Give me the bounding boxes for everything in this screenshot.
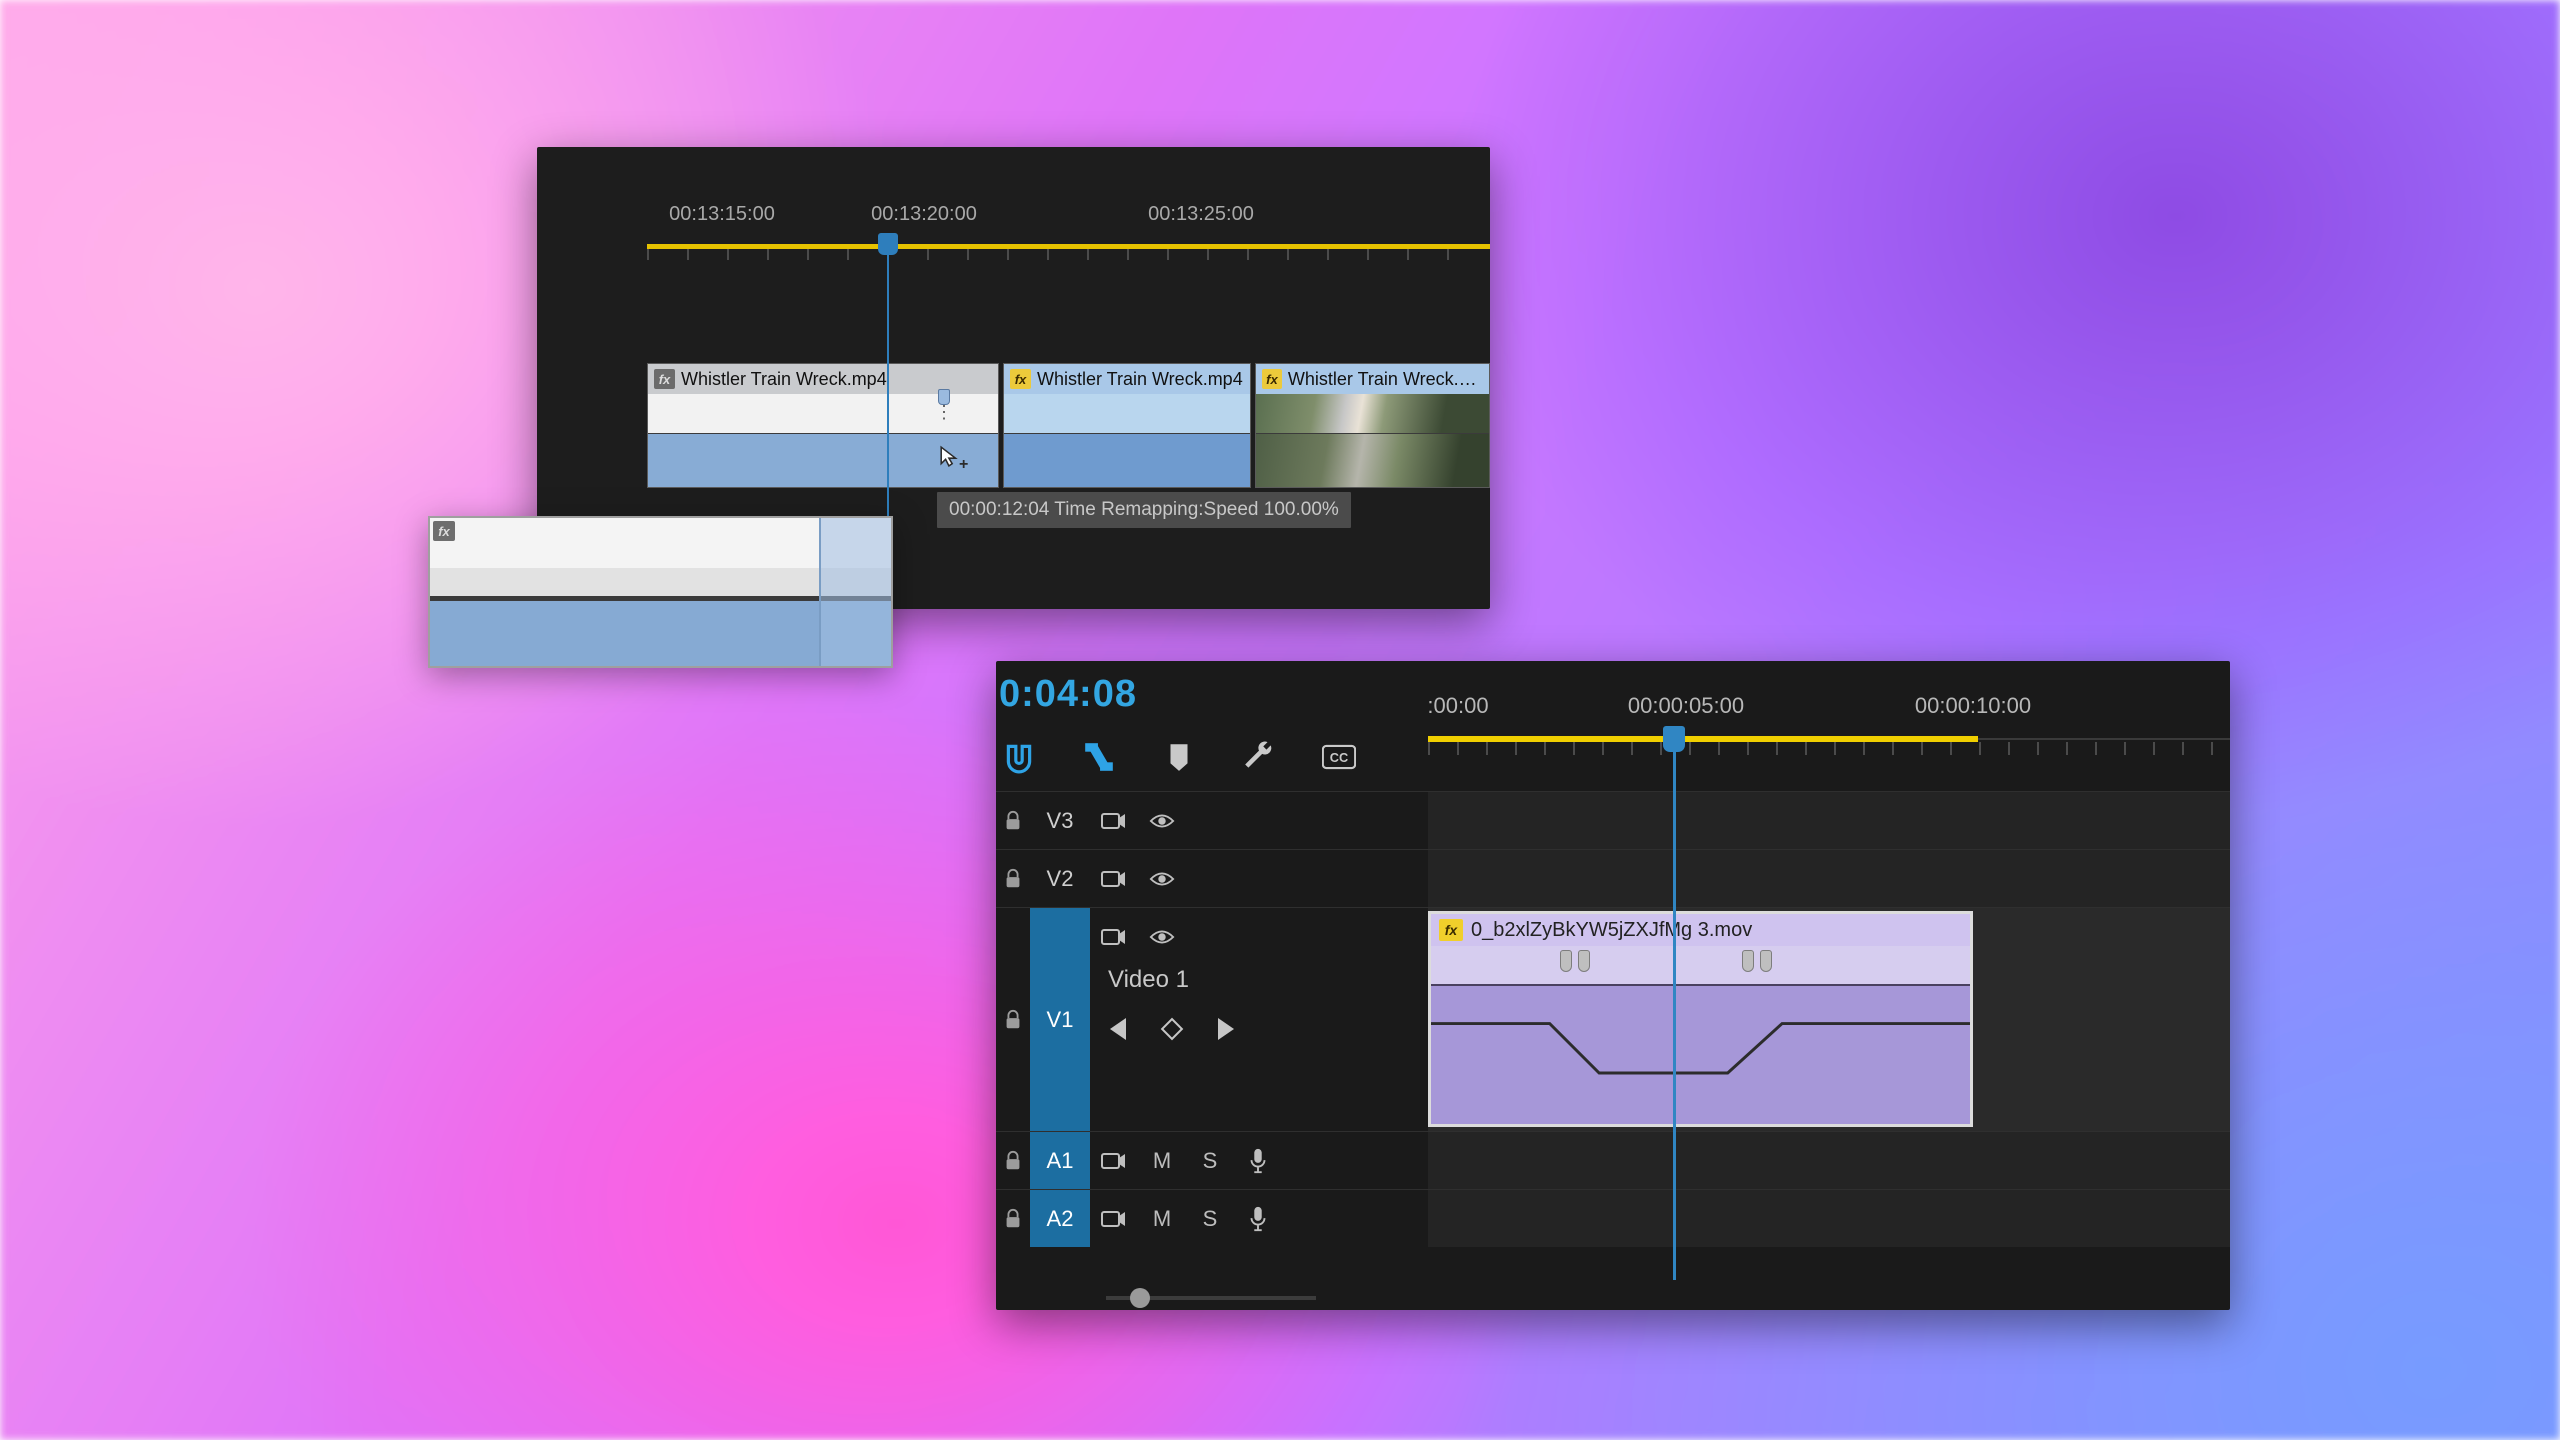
ruler-timecode: 00:13:25:00 — [1148, 203, 1254, 226]
fx-badge-icon: fx — [1439, 919, 1463, 941]
playhead-knob[interactable] — [878, 233, 898, 255]
visibility-eye-icon[interactable] — [1138, 850, 1186, 907]
fx-badge-icon: fx — [654, 369, 675, 389]
fx-badge-icon: fx — [1010, 369, 1031, 389]
ruler-ticks — [1428, 742, 2230, 764]
ruler-timecode: 00:00:10:00 — [1915, 693, 2031, 719]
current-timecode[interactable]: 0:04:08 — [999, 673, 1137, 716]
zoom-slider[interactable] — [1106, 1296, 1316, 1300]
lock-icon[interactable] — [996, 1190, 1030, 1247]
track-id[interactable]: V2 — [1030, 850, 1090, 907]
lock-icon[interactable] — [996, 792, 1030, 849]
track-id[interactable]: V3 — [1030, 792, 1090, 849]
timeline-toolbar: CC — [999, 729, 1359, 785]
clip-whistler-2[interactable]: fx Whistler Train Wreck.mp4 — [1003, 363, 1251, 488]
ruler-timecode: 00:00:05:00 — [1628, 693, 1744, 719]
svg-text:CC: CC — [1330, 750, 1348, 765]
settings-wrench-button[interactable] — [1239, 737, 1279, 777]
next-keyframe-button[interactable] — [1218, 1018, 1234, 1040]
lock-icon[interactable] — [996, 1132, 1030, 1189]
track-name-label: Video 1 — [1090, 966, 1428, 994]
mute-button[interactable]: M — [1138, 1190, 1186, 1247]
clip-label: 0_b2xlZyBkYW5jZXJfMg 3.mov — [1471, 919, 1752, 942]
speed-keyframe-pair[interactable] — [1558, 946, 1592, 974]
clip-whistler-1[interactable]: fx Whistler Train Wreck.mp4 ⋮ — [647, 363, 999, 488]
zoom-slider-knob[interactable] — [1130, 1288, 1150, 1308]
track-output-icon[interactable] — [1090, 1190, 1138, 1247]
track-output-icon[interactable] — [1090, 850, 1138, 907]
track-output-icon[interactable] — [1090, 908, 1138, 966]
keyframe-nav — [1090, 994, 1428, 1040]
track-header-v3[interactable]: V3 — [996, 791, 1428, 849]
clip-label: Whistler Train Wreck.mp4 — [1037, 369, 1243, 390]
floating-clip-fragment[interactable]: fx — [428, 516, 893, 668]
track-output-icon[interactable] — [1090, 1132, 1138, 1189]
lock-icon[interactable] — [996, 850, 1030, 907]
clip-label: Whistler Train Wreck.mp4 — [1288, 369, 1483, 390]
clip-purple[interactable]: fx 0_b2xlZyBkYW5jZXJfMg 3.mov — [1428, 911, 1973, 1127]
clip-whistler-3[interactable]: fx Whistler Train Wreck.mp4 — [1255, 363, 1490, 488]
mute-button[interactable]: M — [1138, 1132, 1186, 1189]
fx-badge-icon: fx — [1262, 369, 1282, 389]
track-lane-v2[interactable] — [1428, 849, 2230, 907]
voiceover-mic-icon[interactable] — [1234, 1190, 1282, 1247]
ruler-timecode: :00:00 — [1427, 693, 1488, 719]
speed-keyframe-pair[interactable] — [1740, 946, 1774, 974]
ruler-timecode: 00:13:20:00 — [871, 203, 977, 226]
speed-ramp-line[interactable] — [1431, 984, 1970, 1128]
visibility-eye-icon[interactable] — [1138, 908, 1186, 966]
cursor-plus-icon: + — [959, 456, 968, 474]
snap-toggle-button[interactable] — [999, 737, 1039, 777]
track-header-a1[interactable]: A1 M S — [996, 1131, 1428, 1189]
playhead-line[interactable] — [1673, 741, 1676, 1280]
track-lane-a2[interactable] — [1428, 1189, 2230, 1247]
add-keyframe-button[interactable] — [1161, 1018, 1184, 1041]
track-output-icon[interactable] — [1090, 792, 1138, 849]
track-id[interactable]: A2 — [1030, 1190, 1090, 1247]
bottom-timeline-panel: 0:04:08 CC :00:00 00:00:05:00 00:00:10:0… — [996, 661, 2230, 1310]
time-remap-tooltip: 00:00:12:04 Time Remapping:Speed 100.00% — [937, 492, 1351, 528]
ruler-ticks — [537, 249, 1490, 267]
track-id[interactable]: V1 — [1030, 908, 1090, 1131]
time-ruler[interactable]: :00:00 00:00:05:00 00:00:10:00 — [1428, 661, 2230, 736]
video-track-clips: fx Whistler Train Wreck.mp4 ⋮ fx Whistle… — [647, 363, 1490, 488]
linked-selection-button[interactable] — [1079, 737, 1119, 777]
lock-icon[interactable] — [996, 908, 1030, 1131]
time-ruler[interactable]: 00:13:15:00 00:13:20:00 00:13:25:00 — [537, 187, 1490, 247]
work-area-rail — [1978, 738, 2230, 740]
marker-button[interactable] — [1159, 737, 1199, 777]
ruler-timecode: 00:13:15:00 — [669, 203, 775, 226]
track-lane-a1[interactable] — [1428, 1131, 2230, 1189]
captions-button[interactable]: CC — [1319, 737, 1359, 777]
voiceover-mic-icon[interactable] — [1234, 1132, 1282, 1189]
fx-badge-icon: fx — [433, 521, 455, 541]
clip-selection-handle[interactable] — [819, 518, 891, 666]
clip-label: Whistler Train Wreck.mp4 — [681, 369, 887, 390]
track-header-a2[interactable]: A2 M S — [996, 1189, 1428, 1247]
mouse-cursor-icon: + — [939, 445, 961, 467]
solo-button[interactable]: S — [1186, 1132, 1234, 1189]
solo-button[interactable]: S — [1186, 1190, 1234, 1247]
track-lane-v3[interactable] — [1428, 791, 2230, 849]
prev-keyframe-button[interactable] — [1110, 1018, 1126, 1040]
keyframe-drag-dots-icon: ⋮ — [935, 408, 953, 416]
playhead-knob[interactable] — [1663, 726, 1685, 752]
track-id[interactable]: A1 — [1030, 1132, 1090, 1189]
visibility-eye-icon[interactable] — [1138, 792, 1186, 849]
track-header-v1[interactable]: V1 Video 1 — [996, 907, 1428, 1131]
track-header-v2[interactable]: V2 — [996, 849, 1428, 907]
